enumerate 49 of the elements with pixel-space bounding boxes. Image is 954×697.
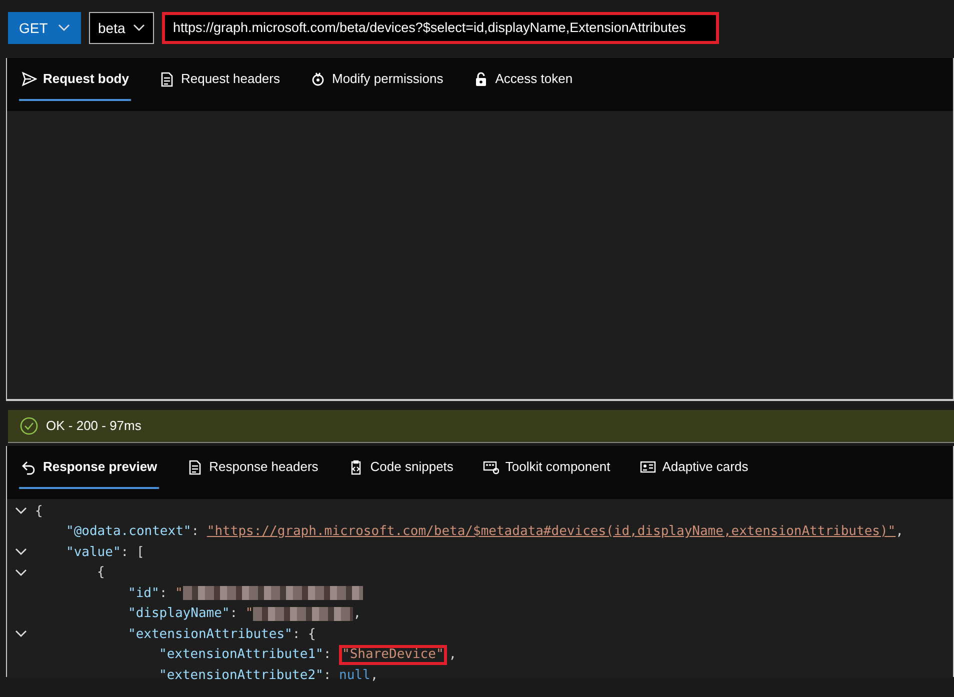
chevron-down-icon [58, 24, 70, 32]
code-token: : [323, 666, 332, 684]
toolkit-icon [483, 458, 500, 474]
code-token: : [230, 605, 239, 623]
tab[interactable]: Response headers [185, 446, 320, 489]
undo-arrow-icon [21, 458, 37, 474]
code-token: "id" [128, 584, 160, 602]
tab[interactable]: Response preview [19, 446, 160, 489]
tab[interactable]: Code snippets [346, 446, 456, 489]
request-body-editor[interactable] [7, 111, 953, 401]
code-token: , [370, 666, 378, 684]
document-icon [187, 458, 204, 474]
check-circle-icon [20, 417, 38, 435]
permission-icon [310, 70, 326, 86]
code-token: "value" [66, 544, 121, 562]
code-token: : [191, 523, 200, 541]
code-token: , [896, 523, 904, 541]
version-dropdown[interactable]: beta [89, 12, 154, 44]
code-token: : [ [120, 544, 144, 562]
method-dropdown[interactable]: GET [8, 12, 81, 44]
code-token: , [448, 646, 457, 664]
tab[interactable]: Toolkit component [481, 446, 612, 489]
status-text: OK - 200 - 97ms [46, 417, 142, 436]
tab[interactable]: Request headers [156, 58, 282, 101]
code-token: , [353, 605, 362, 623]
tab[interactable]: Request body [19, 58, 131, 101]
card-icon [640, 458, 656, 474]
document-icon [158, 70, 175, 86]
code-token: { [97, 564, 105, 582]
code-token: : [159, 584, 168, 602]
code-token: "ShareDevice" [339, 644, 447, 665]
code-token: "displayName" [128, 605, 230, 623]
code-token: "extensionAttribute1" [159, 646, 324, 664]
code-token: { [35, 502, 43, 520]
code-token: "extensionAttribute2" [159, 666, 324, 684]
code-token: " [245, 605, 254, 623]
code-token: "@odata.context" [66, 523, 192, 541]
code-token: " [174, 584, 183, 602]
url-field[interactable]: https://graph.microsoft.com/beta/devices?$select=id,displayName,ExtensionAttributes [162, 12, 719, 44]
code-token: null [339, 666, 370, 684]
tab[interactable]: Modify permissions [308, 58, 446, 101]
tab[interactable]: Access token [471, 58, 575, 101]
tab[interactable]: Adaptive cards [638, 446, 750, 489]
send-icon [21, 70, 37, 86]
code-token: : { [292, 626, 316, 644]
code-token: : [323, 646, 332, 664]
code-token[interactable]: "https://graph.microsoft.com/beta/$metadata#devices(id,displayName,extensionAttributes)" [206, 522, 896, 542]
chevron-down-icon [133, 24, 145, 32]
code-token: "extensionAttributes" [128, 626, 292, 644]
